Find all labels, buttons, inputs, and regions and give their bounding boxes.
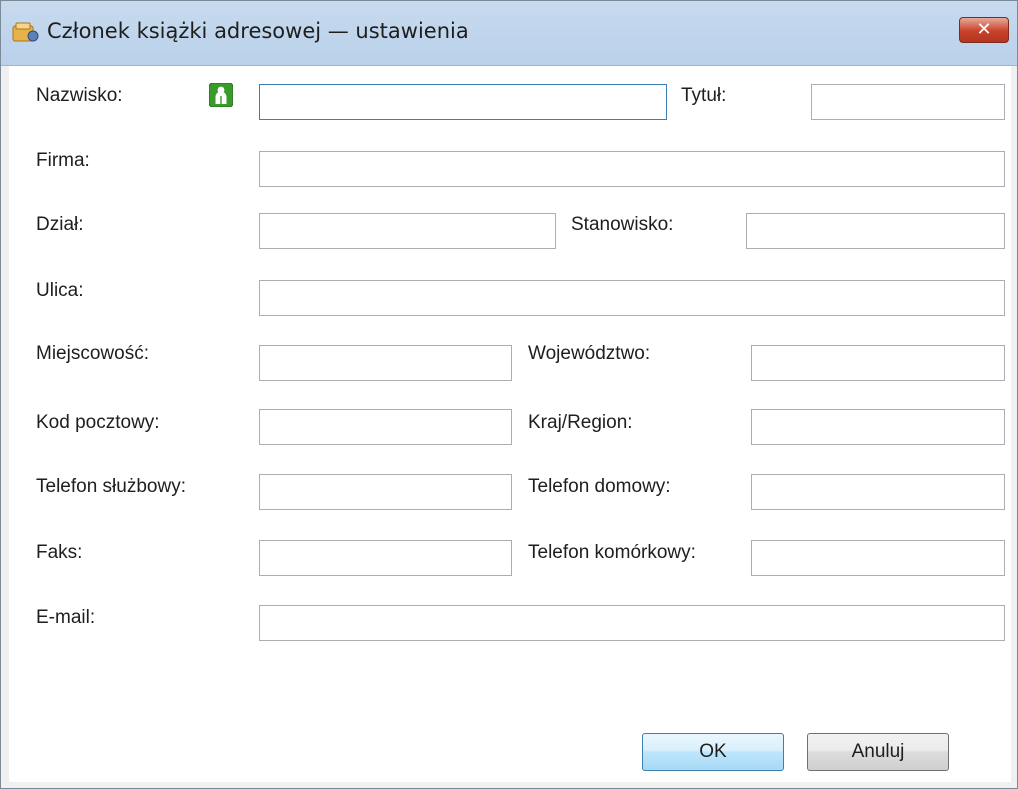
label-mobile-phone: Telefon komórkowy: bbox=[528, 542, 696, 563]
position-input[interactable] bbox=[746, 213, 1005, 249]
last-name-input[interactable] bbox=[259, 84, 667, 120]
label-email: E-mail: bbox=[36, 607, 96, 628]
label-department: Dział: bbox=[36, 214, 84, 235]
fax-input[interactable] bbox=[259, 540, 512, 576]
title-input[interactable] bbox=[811, 84, 1005, 120]
work-phone-input[interactable] bbox=[259, 474, 512, 510]
person-icon[interactable] bbox=[209, 83, 233, 107]
street-input[interactable] bbox=[259, 280, 1005, 316]
label-province: Województwo: bbox=[528, 343, 651, 364]
label-postal-code: Kod pocztowy: bbox=[36, 412, 160, 433]
form-panel: Nazwisko: Tytuł: Firma: Dział: Stanowisk… bbox=[9, 66, 1011, 782]
label-work-phone: Telefon służbowy: bbox=[36, 476, 186, 497]
label-street: Ulica: bbox=[36, 280, 84, 301]
label-city: Miejscowość: bbox=[36, 343, 149, 364]
label-country: Kraj/Region: bbox=[528, 412, 633, 433]
close-button[interactable]: ✕ bbox=[959, 17, 1009, 43]
label-position: Stanowisko: bbox=[571, 214, 674, 235]
department-input[interactable] bbox=[259, 213, 556, 249]
province-input[interactable] bbox=[751, 345, 1005, 381]
label-home-phone: Telefon domowy: bbox=[528, 476, 671, 497]
company-input[interactable] bbox=[259, 151, 1005, 187]
ok-button[interactable]: OK bbox=[642, 733, 784, 771]
city-input[interactable] bbox=[259, 345, 512, 381]
label-fax: Faks: bbox=[36, 542, 83, 563]
email-input[interactable] bbox=[259, 605, 1005, 641]
country-input[interactable] bbox=[751, 409, 1005, 445]
window-title: Członek książki adresowej — ustawienia bbox=[47, 19, 469, 43]
label-last-name: Nazwisko: bbox=[36, 85, 123, 106]
title-bar[interactable]: Członek książki adresowej — ustawienia ✕ bbox=[1, 1, 1017, 66]
close-icon: ✕ bbox=[976, 19, 992, 40]
address-book-icon bbox=[12, 22, 39, 42]
home-phone-input[interactable] bbox=[751, 474, 1005, 510]
cancel-button[interactable]: Anuluj bbox=[807, 733, 949, 771]
dialog-window: Członek książki adresowej — ustawienia ✕… bbox=[0, 0, 1018, 789]
mobile-phone-input[interactable] bbox=[751, 540, 1005, 576]
label-company: Firma: bbox=[36, 150, 90, 171]
postal-code-input[interactable] bbox=[259, 409, 512, 445]
label-title: Tytuł: bbox=[681, 85, 727, 106]
